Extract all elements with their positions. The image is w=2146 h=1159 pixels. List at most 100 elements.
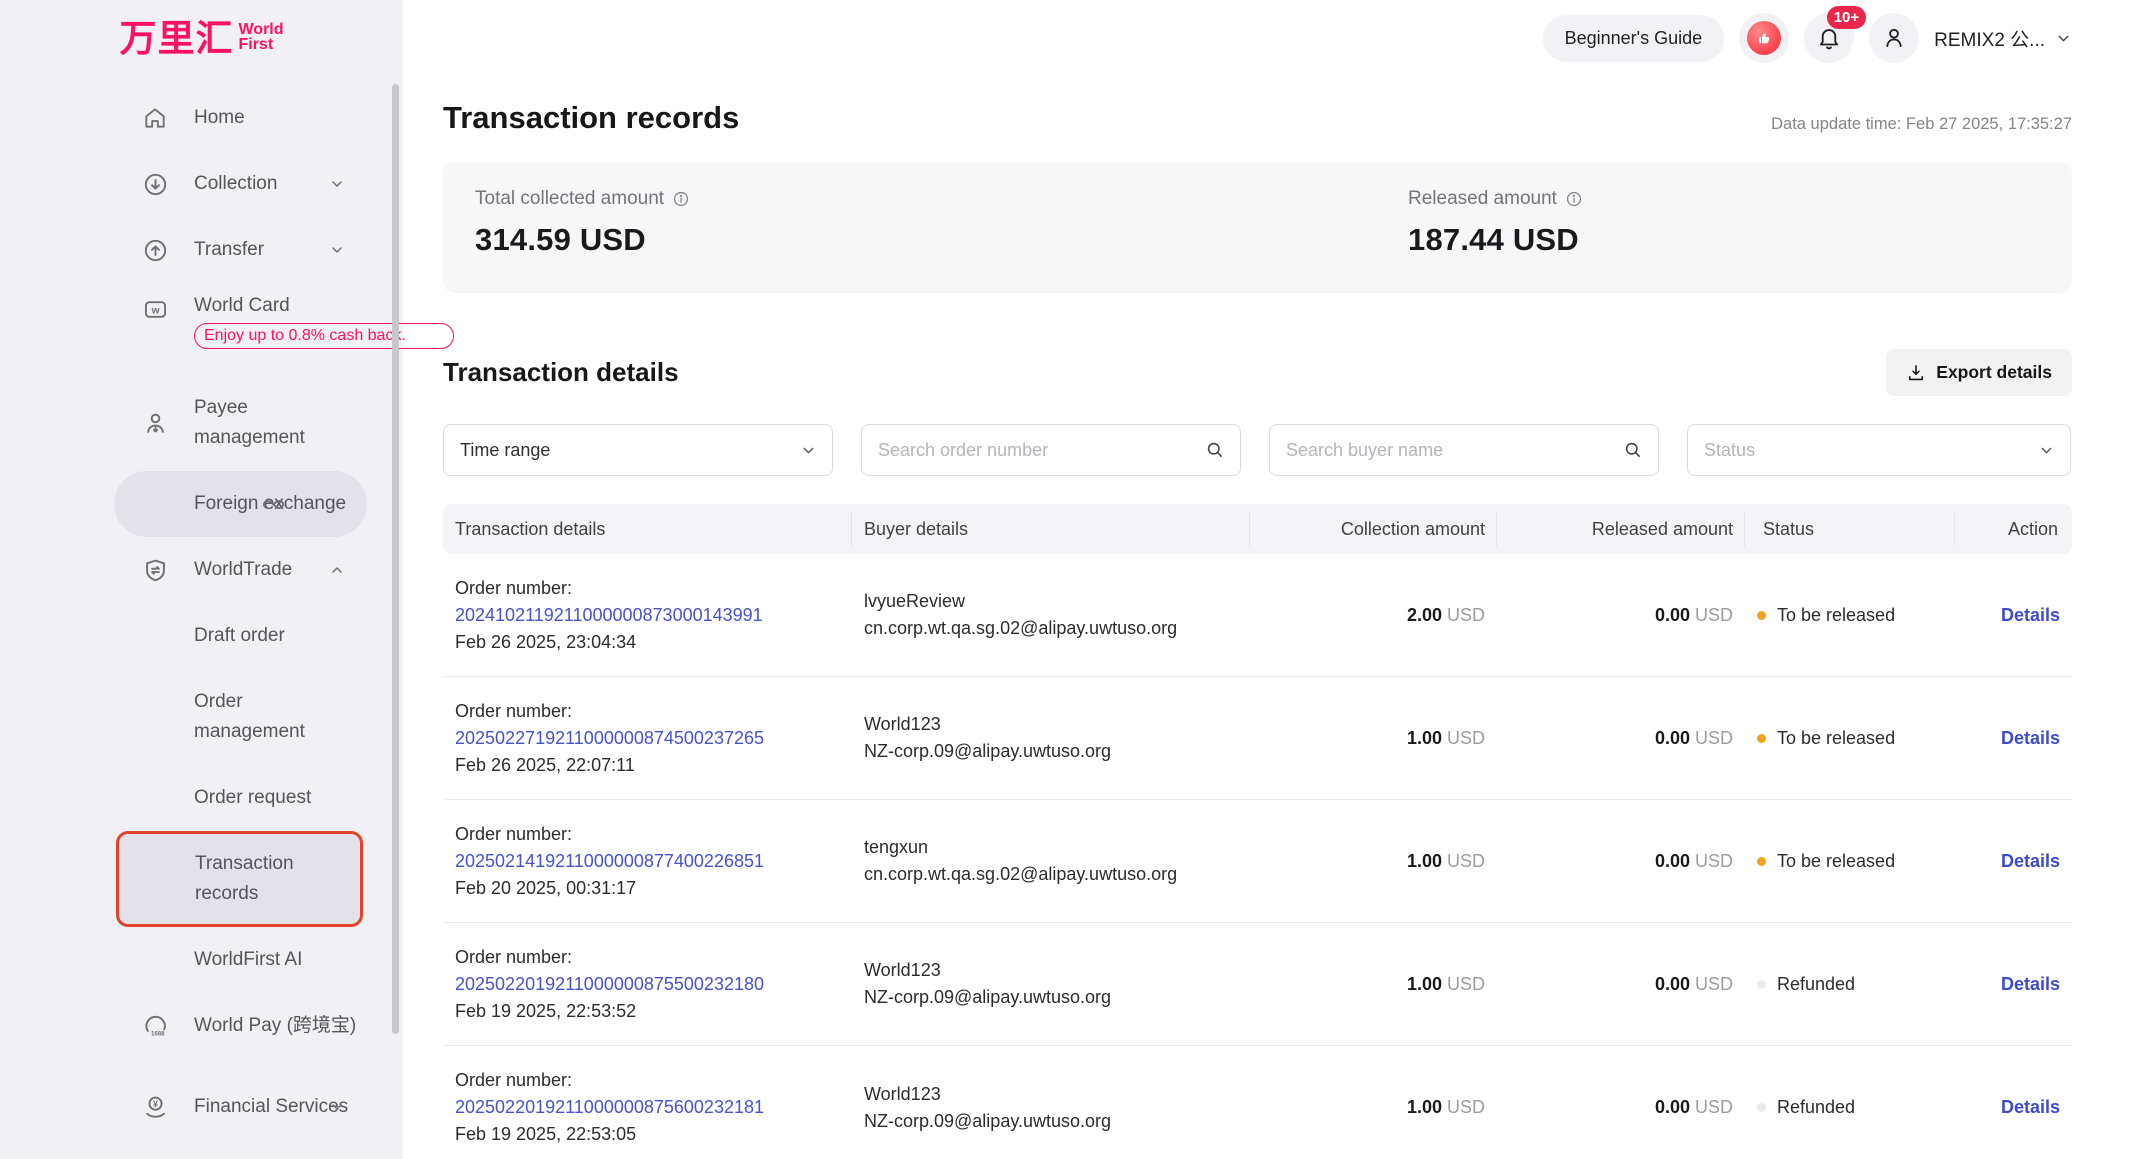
collection-amount: 2.00 xyxy=(1407,605,1442,626)
chevron-down-icon xyxy=(329,1099,345,1115)
home-icon xyxy=(142,104,170,132)
sidebar-item-world-pay[interactable]: 1688 World Pay (跨境宝) xyxy=(0,993,403,1059)
released-currency: USD xyxy=(1695,974,1733,995)
info-icon[interactable] xyxy=(672,190,690,208)
status-select[interactable]: Status xyxy=(1687,424,2071,476)
sidebar-item-transfer[interactable]: Transfer xyxy=(0,217,403,283)
search-buyer-input[interactable] xyxy=(1286,440,1612,461)
export-details-button[interactable]: Export details xyxy=(1886,349,2072,396)
topbar: Beginner's Guide 10+ REMIX2 公... xyxy=(443,0,2072,76)
table-row: Order number: 20250214192110000008774002… xyxy=(443,800,2072,923)
search-buyer-field xyxy=(1269,424,1659,476)
buyer-name: World123 xyxy=(864,1081,1238,1108)
sidebar-item-financial-services[interactable]: ¥ Financial Services xyxy=(0,1059,403,1155)
table-row: Order number: 20241021192110000008730001… xyxy=(443,554,2072,677)
released-amount: 0.00 xyxy=(1655,605,1690,626)
time-range-select[interactable]: Time range xyxy=(443,424,833,476)
chevron-down-icon xyxy=(2055,30,2072,47)
chevron-up-icon xyxy=(329,562,345,578)
details-link[interactable]: Details xyxy=(2001,728,2060,749)
summary-card: Total collected amount 314.59 USD Releas… xyxy=(443,162,2072,293)
search-order-field xyxy=(861,424,1241,476)
beginners-guide-button[interactable]: Beginner's Guide xyxy=(1543,15,1725,62)
sidebar-item-payee-management[interactable]: Payee management xyxy=(0,375,403,471)
sidebar-item-worldtrade[interactable]: WorldTrade xyxy=(0,537,403,603)
table-row: Order number: 20250220192110000008756002… xyxy=(443,1046,2072,1159)
sidebar-item-label: Transaction records xyxy=(195,849,355,909)
col-collection-amount: Collection amount xyxy=(1250,504,1497,554)
order-number-link[interactable]: 2024102119211000000873000143991 xyxy=(455,602,840,629)
table-header: Transaction details Buyer details Collec… xyxy=(443,504,2072,554)
brand-logo: 万里汇 World First xyxy=(0,0,403,57)
buyer-email: NZ-corp.09@alipay.uwtuso.org xyxy=(864,1108,1238,1135)
search-icon[interactable] xyxy=(1623,440,1643,460)
status-text: To be released xyxy=(1777,605,1895,626)
feedback-button[interactable] xyxy=(1739,13,1789,63)
sidebar-subitem-order-request[interactable]: Order request xyxy=(0,765,403,831)
sidebar-subitem-worldfirst-ai[interactable]: WorldFirst AI xyxy=(0,927,403,993)
collection-currency: USD xyxy=(1447,974,1485,995)
col-transaction-details: Transaction details xyxy=(443,504,852,554)
order-date: Feb 19 2025, 22:53:52 xyxy=(455,998,840,1025)
order-number-label: Order number: xyxy=(455,1067,840,1094)
transfer-icon xyxy=(142,236,170,264)
order-number-link[interactable]: 2025021419211000000877400226851 xyxy=(455,848,840,875)
details-section-header: Transaction details Export details xyxy=(443,349,2072,396)
details-link[interactable]: Details xyxy=(2001,851,2060,872)
status-dot xyxy=(1757,1103,1766,1112)
sidebar-subitem-transaction-records[interactable]: Transaction records xyxy=(116,831,363,927)
col-status: Status xyxy=(1745,504,1955,554)
search-order-input[interactable] xyxy=(878,440,1194,461)
details-link[interactable]: Details xyxy=(2001,1097,2060,1118)
collection-amount: 1.00 xyxy=(1407,974,1442,995)
order-date: Feb 19 2025, 22:53:05 xyxy=(455,1121,840,1148)
released-amount-block: Released amount 187.44 USD xyxy=(1408,188,1583,258)
order-number-link[interactable]: 2025022019211000000875500232180 xyxy=(455,971,840,998)
details-section-title: Transaction details xyxy=(443,357,679,388)
order-number-link[interactable]: 2025022019211000000875600232181 xyxy=(455,1094,840,1121)
released-currency: USD xyxy=(1695,1097,1733,1118)
filter-bar: Time range Status xyxy=(443,424,2072,476)
search-icon[interactable] xyxy=(1205,440,1225,460)
buyer-email: cn.corp.wt.qa.sg.02@alipay.uwtuso.org xyxy=(864,861,1238,888)
sidebar-item-home[interactable]: Home xyxy=(0,85,403,151)
table-body: Order number: 20241021192110000008730001… xyxy=(443,554,2072,1159)
thumbs-up-icon xyxy=(1747,21,1781,55)
collection-amount: 1.00 xyxy=(1407,851,1442,872)
status-text: Refunded xyxy=(1777,974,1855,995)
details-link[interactable]: Details xyxy=(2001,605,2060,626)
sidebar-subitem-order-management[interactable]: Order management xyxy=(0,669,403,765)
sidebar-item-label: Order request xyxy=(194,783,354,813)
payee-icon xyxy=(142,409,170,437)
released-amount: 0.00 xyxy=(1655,1097,1690,1118)
notifications-button[interactable]: 10+ xyxy=(1804,13,1854,63)
released-amount-label: Released amount xyxy=(1408,188,1557,210)
brand-logo-en: World First xyxy=(238,22,283,52)
svg-text:w: w xyxy=(151,305,160,316)
collection-currency: USD xyxy=(1447,728,1485,749)
sidebar-item-foreign-exchange[interactable]: Foreign exchange xyxy=(114,471,367,537)
order-number-label: Order number: xyxy=(455,821,840,848)
data-update-time: Data update time: Feb 27 2025, 17:35:27 xyxy=(1771,115,2072,136)
sidebar-item-label: Draft order xyxy=(194,621,354,651)
chevron-down-icon xyxy=(329,176,345,192)
released-amount: 0.00 xyxy=(1655,728,1690,749)
sidebar-scrollbar[interactable] xyxy=(392,84,399,1034)
sidebar-item-world-card[interactable]: w World Card Enjoy up to 0.8% cash back. xyxy=(0,283,403,375)
collection-currency: USD xyxy=(1447,605,1485,626)
world-card-icon: w xyxy=(142,295,170,323)
table-row: Order number: 20250220192110000008755002… xyxy=(443,923,2072,1046)
order-number-link[interactable]: 2025022719211000000874500237265 xyxy=(455,725,840,752)
main-content: Beginner's Guide 10+ REMIX2 公... xyxy=(403,0,2146,1159)
details-link[interactable]: Details xyxy=(2001,974,2060,995)
sidebar-item-collection[interactable]: Collection xyxy=(0,151,403,217)
account-avatar[interactable] xyxy=(1869,13,1919,63)
released-amount-value: 187.44 USD xyxy=(1408,222,1583,258)
svg-text:¥: ¥ xyxy=(153,1098,158,1108)
account-menu[interactable]: REMIX2 公... xyxy=(1934,25,2072,52)
sidebar-subitem-draft-order[interactable]: Draft order xyxy=(0,603,403,669)
status-dot xyxy=(1757,980,1766,989)
released-currency: USD xyxy=(1695,728,1733,749)
worldtrade-icon xyxy=(142,556,170,584)
info-icon[interactable] xyxy=(1565,190,1583,208)
